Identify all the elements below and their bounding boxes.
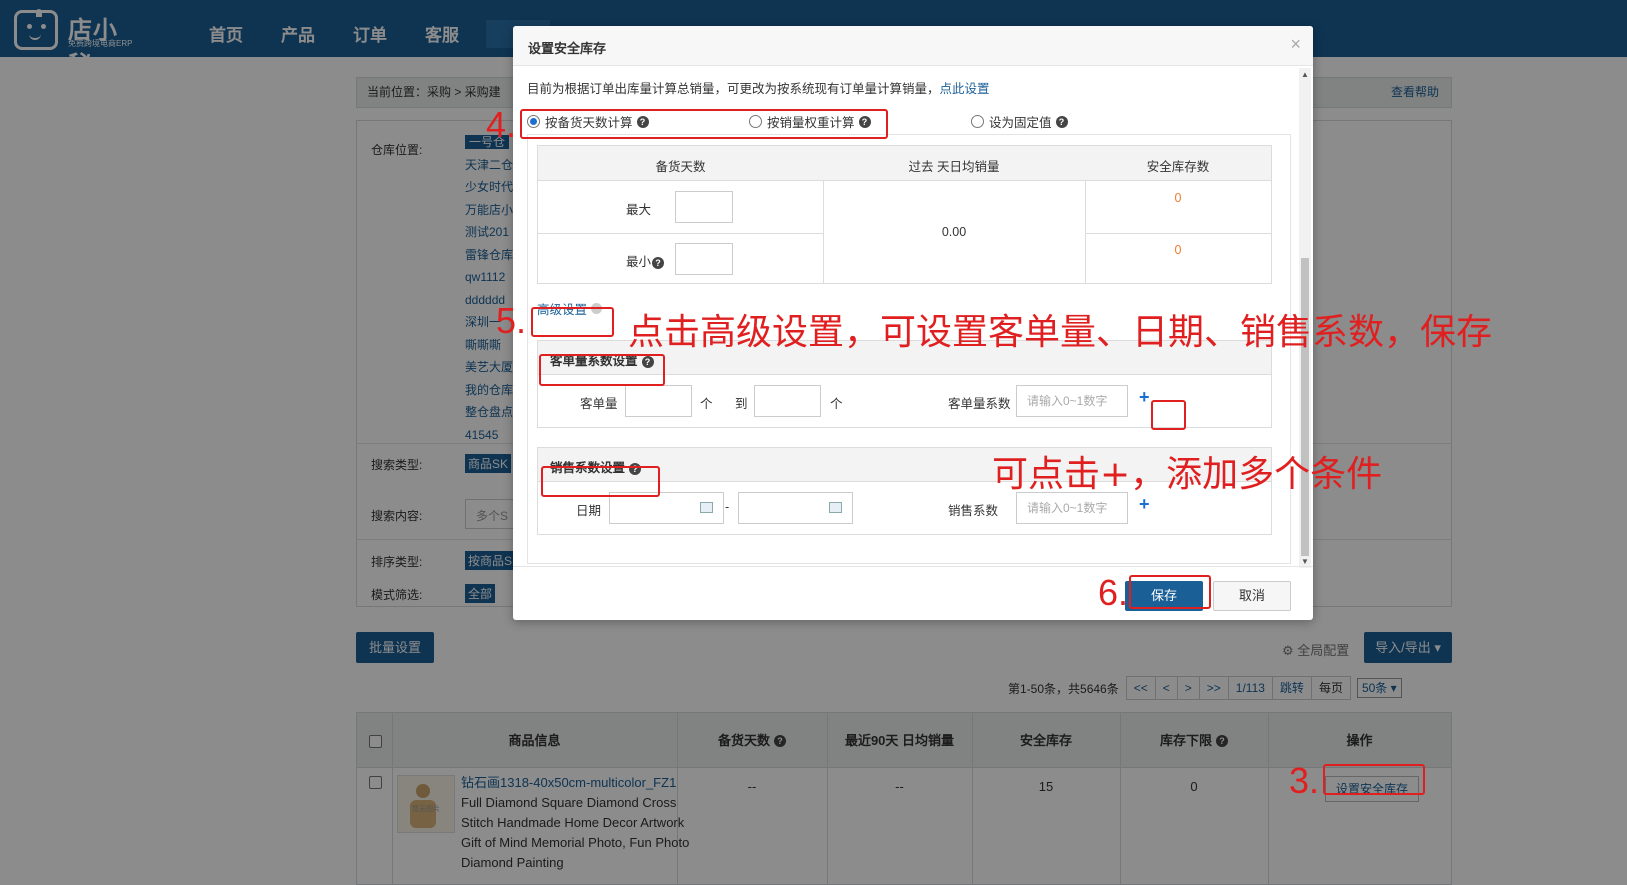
radio-fixed-value[interactable]: 设为固定值? [971, 112, 1068, 131]
help-icon[interactable]: ? [652, 257, 665, 269]
annotation-number-5: 5. [496, 300, 527, 341]
min-label: 最小? [626, 251, 665, 270]
cancel-button[interactable]: 取消 [1213, 581, 1291, 611]
annotation-box-set-safe [1323, 764, 1425, 795]
max-label: 最大 [626, 203, 652, 217]
unit-label: 个 [830, 397, 843, 411]
order-qty-label: 客单量 [580, 397, 618, 411]
date-dash: - [725, 500, 730, 514]
th-stock-days: 备货天数 [655, 160, 706, 174]
annotation-number-6: 6. [1098, 572, 1129, 613]
help-icon[interactable]: ? [1055, 115, 1068, 128]
product-image-label: 暂无图片 [412, 806, 440, 813]
date-label: 日期 [576, 504, 602, 518]
annotation-number-4: 4. [486, 104, 517, 145]
order-coef-label: 客单量系数 [948, 397, 1011, 411]
annotation-box-advanced [531, 307, 614, 337]
info-settings-link[interactable]: 点此设置 [940, 82, 990, 96]
order-coef-input[interactable]: 请输入0~1数字 [1016, 385, 1128, 417]
annotation-box-order-section [539, 354, 665, 386]
dialog-header: 设置安全库存 × [513, 26, 1313, 66]
annotation-text-advanced: 点击高级设置，可设置客单量、日期、销售系数，保存 [628, 312, 1493, 353]
dialog-title: 设置安全库存 [528, 41, 607, 56]
divider [1085, 233, 1271, 234]
divider [538, 233, 823, 234]
radio-unchecked-icon [971, 115, 984, 128]
sales-coef-label: 销售系数 [948, 504, 999, 518]
scroll-up-icon[interactable]: ▲ [1301, 70, 1309, 79]
info-message: 目前为根据订单出库量计算总销量，可更改为按系统现有订单量计算销量， [527, 82, 940, 96]
annotation-box-save [1129, 575, 1211, 609]
add-condition-plus-icon[interactable]: + [1139, 387, 1150, 408]
annotation-text-plus: 可点击+，添加多个条件 [992, 454, 1383, 495]
radio-label: 设为固定值 [989, 116, 1052, 130]
order-qty-max-input[interactable] [754, 385, 821, 417]
max-safe-value: 0 [1174, 191, 1182, 205]
th-safe-stock-count: 安全库存数 [1146, 160, 1210, 174]
annotation-box-radio [520, 109, 888, 139]
avg-sales-value: 0.00 [941, 225, 967, 239]
annotation-number-3: 3. [1289, 760, 1320, 801]
calendar-icon[interactable] [829, 502, 842, 513]
unit-label: 个 [700, 397, 713, 411]
min-days-input[interactable] [675, 243, 733, 275]
to-label: 到 [735, 397, 748, 411]
calendar-icon[interactable] [700, 502, 713, 513]
close-icon[interactable]: × [1290, 34, 1301, 55]
add-condition-plus-icon[interactable]: + [1139, 494, 1150, 515]
info-text: 目前为根据订单出库量计算总销量，可更改为按系统现有订单量计算销量，点此设置 [527, 78, 990, 97]
th-past-avg-sales: 过去 天日均销量 [908, 160, 1000, 174]
stock-days-table: 备货天数 过去 天日均销量 安全库存数 最大 最小? 0.00 0 0 [537, 145, 1272, 284]
min-label-text: 最小 [626, 255, 652, 269]
date-end-input[interactable] [738, 492, 853, 524]
annotation-box-sales-section [541, 466, 660, 497]
scroll-down-icon[interactable]: ▼ [1301, 557, 1309, 566]
min-safe-value: 0 [1174, 243, 1182, 257]
max-days-input[interactable] [675, 191, 733, 223]
annotation-box-plus [1151, 400, 1186, 430]
order-qty-min-input[interactable] [625, 385, 692, 417]
